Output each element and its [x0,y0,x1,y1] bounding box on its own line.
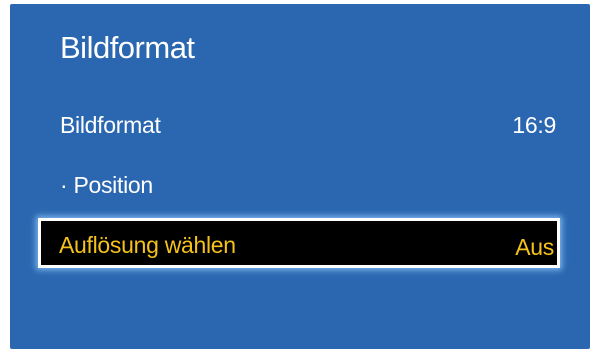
menu-item-value: Aus [515,234,554,260]
menu-item-aufloesung-waehlen[interactable]: Auflösung wählen Aus [38,218,560,268]
menu-item-value: 16:9 [512,112,556,138]
menu-item-position[interactable]: · Position [46,164,560,206]
menu-item-bildformat[interactable]: Bildformat 16:9 [46,104,560,146]
menu-item-label: Bildformat [60,112,161,138]
bildformat-menu-panel: Bildformat Bildformat 16:9 · Position Au… [10,4,590,349]
menu-title: Bildformat [60,30,195,65]
menu-item-label: · Position [60,172,153,198]
menu-item-label: Auflösung wählen [59,232,236,258]
